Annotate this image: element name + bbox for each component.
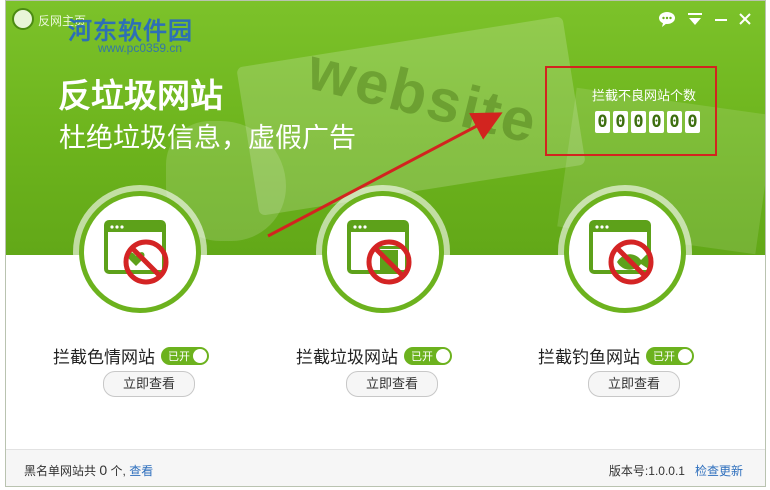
version-info: 版本号:1.0.0.1 检查更新: [609, 462, 743, 479]
feature-label: 拦截垃圾网站: [296, 348, 398, 367]
feature-circle: [564, 191, 686, 313]
counter-digit: 0: [631, 111, 646, 133]
app-logo-icon: [12, 8, 34, 30]
toggle-knob: [193, 348, 207, 363]
blocked-adult-site-icon: [104, 220, 169, 285]
feature-toggle[interactable]: 已开: [646, 346, 694, 365]
status-footer: 黑名单网站共 0 个, 查看 版本号:1.0.0.1 检查更新: [6, 449, 765, 486]
chat-bubble-icon: [659, 12, 675, 27]
feature-row: 拦截垃圾网站 已开: [249, 343, 499, 368]
blocked-trash-site-icon: [347, 220, 412, 285]
feature-row: 拦截色情网站 已开: [6, 343, 256, 368]
check-update-link[interactable]: 检查更新: [695, 464, 743, 478]
app-window: website 反网主页 河东软件园 www.pc0359.cn 反垃圾网站 杜…: [5, 0, 766, 487]
view-blacklist-link[interactable]: 查看: [129, 464, 153, 478]
feature-toggle[interactable]: 已开: [161, 346, 209, 365]
counter-digit: 0: [649, 111, 664, 133]
feature-phishing-site: 拦截钓鱼网站 已开 立即查看: [491, 191, 741, 401]
dropdown-menu-icon: [688, 13, 702, 25]
counter-digit: 0: [613, 111, 628, 133]
toggle-state: 已开: [411, 350, 433, 363]
blacklist-unit: 个,: [110, 464, 126, 478]
counter-digit: 0: [685, 111, 700, 133]
close-icon: [739, 13, 751, 25]
feature-label: 拦截色情网站: [53, 348, 155, 367]
toggle-knob: [436, 348, 450, 363]
view-now-button[interactable]: 立即查看: [103, 371, 195, 397]
feature-trash-site: 拦截垃圾网站 已开 立即查看: [249, 191, 499, 401]
watermark-url: www.pc0359.cn: [98, 41, 183, 55]
counter-digit: 0: [667, 111, 682, 133]
view-now-button[interactable]: 立即查看: [346, 371, 438, 397]
blacklist-count: 0: [99, 462, 108, 478]
counter-digit: 0: [595, 111, 610, 133]
version-label: 版本号:: [608, 464, 649, 478]
toggle-state: 已开: [168, 350, 190, 363]
chat-button[interactable]: [656, 11, 678, 33]
feature-circle: [79, 191, 201, 313]
feature-label: 拦截钓鱼网站: [538, 348, 640, 367]
feature-toggle[interactable]: 已开: [404, 346, 452, 365]
minimize-icon: [715, 19, 727, 21]
blacklist-summary: 黑名单网站共 0 个, 查看: [24, 462, 153, 479]
page-title: 反垃圾网站: [58, 77, 223, 114]
version-number: 1.0.0.1: [648, 464, 685, 478]
toggle-knob: [678, 348, 692, 363]
page-subtitle: 杜绝垃圾信息，虚假广告: [59, 123, 356, 153]
blocked-counter-panel: 拦截不良网站个数 0 0 0 0 0 0: [545, 66, 717, 156]
close-button[interactable]: [734, 11, 756, 33]
feature-adult-site: 拦截色情网站 已开 立即查看: [6, 191, 256, 401]
minimize-button[interactable]: [710, 11, 732, 33]
feature-circle: [322, 191, 444, 313]
feature-row: 拦截钓鱼网站 已开: [491, 343, 741, 368]
blacklist-prefix: 黑名单网站共: [24, 464, 97, 478]
toggle-state: 已开: [653, 350, 675, 363]
view-now-button[interactable]: 立即查看: [588, 371, 680, 397]
blocked-counter-label: 拦截不良网站个数: [592, 88, 697, 103]
blocked-phishing-site-icon: [589, 220, 654, 285]
blocked-counter-digits: 0 0 0 0 0 0: [595, 111, 700, 133]
title-bar[interactable]: 反网主页 河东软件园 www.pc0359.cn: [6, 1, 765, 55]
menu-button[interactable]: [684, 11, 706, 33]
